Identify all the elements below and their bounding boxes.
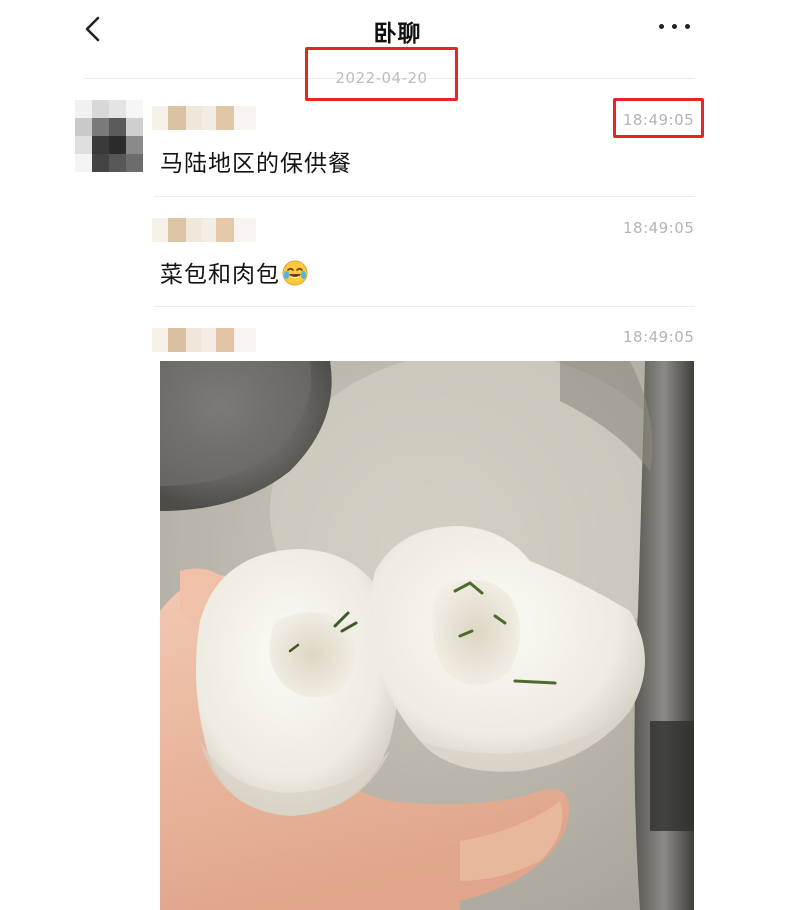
sender-name-blurred	[152, 100, 256, 136]
message-timestamp: 18:49:05	[623, 328, 695, 346]
message-timestamp-highlight: 18:49:05	[613, 98, 704, 138]
message-text: 菜包和肉包	[160, 262, 280, 288]
message-text-row[interactable]: 菜包和肉包	[160, 255, 308, 289]
message-text[interactable]: 马陆地区的保供餐	[160, 144, 352, 178]
steamed-buns-photo	[160, 361, 694, 910]
avatar[interactable]	[75, 100, 143, 172]
message-divider	[154, 196, 695, 197]
message-image[interactable]	[160, 361, 694, 910]
more-dots-icon	[672, 24, 677, 29]
message-divider	[154, 306, 695, 307]
message-timestamp: 18:49:05	[622, 111, 695, 129]
date-separator-highlight: 2022-04-20	[305, 47, 458, 101]
more-dots-icon	[659, 24, 664, 29]
date-separator: 2022-04-20	[335, 69, 428, 87]
more-dots-icon	[685, 24, 690, 29]
crying-laughing-emoji-icon	[282, 260, 308, 286]
sender-name-blurred	[152, 212, 256, 248]
sender-name-blurred	[152, 322, 256, 358]
message-timestamp: 18:49:05	[623, 219, 695, 237]
more-options-button[interactable]	[655, 16, 695, 38]
